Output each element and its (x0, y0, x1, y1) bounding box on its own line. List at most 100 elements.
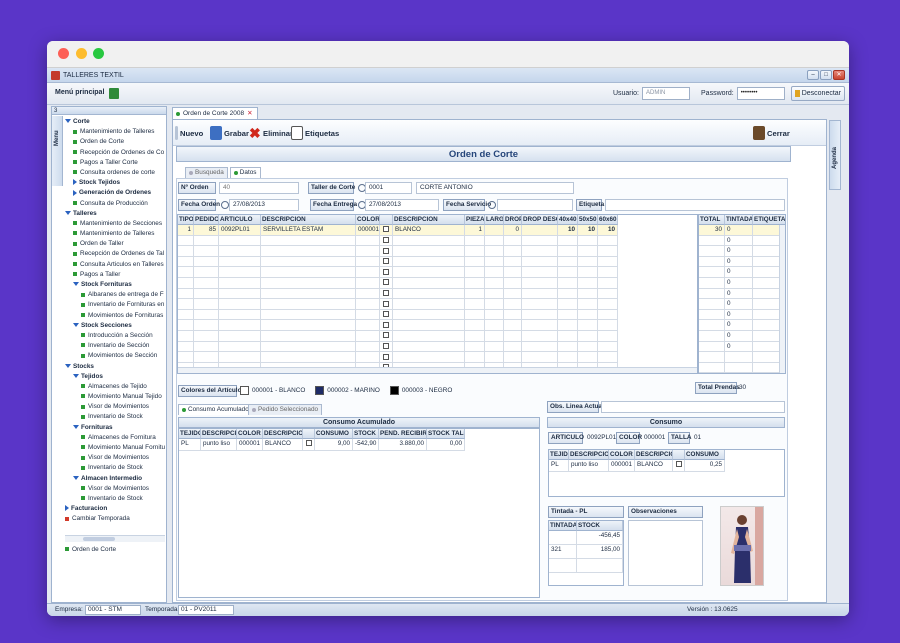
table-cell[interactable] (598, 256, 618, 268)
column-header[interactable]: 60x60 (598, 215, 618, 225)
sidebar-item[interactable]: Mantenimiento de Secciones (65, 219, 165, 229)
table-cell[interactable] (393, 246, 465, 257)
table-cell[interactable]: BLANCO (393, 225, 465, 236)
table-cell[interactable] (504, 235, 522, 247)
table-cell[interactable] (504, 288, 522, 300)
checkbox[interactable] (383, 279, 389, 286)
column-header[interactable]: 40x40 (558, 215, 578, 225)
taller-code-field[interactable]: 0001 (365, 182, 412, 194)
table-cell[interactable] (219, 267, 261, 278)
table-cell[interactable] (578, 352, 598, 363)
expand-icon[interactable] (65, 119, 71, 124)
table-cell[interactable] (219, 309, 261, 321)
table-cell[interactable]: 0 (725, 309, 753, 321)
sidebar-item[interactable]: Movimiento Manual Tejido (65, 392, 165, 402)
table-cell[interactable] (598, 246, 618, 257)
table-cell[interactable] (178, 299, 194, 310)
table-cell[interactable] (578, 331, 598, 342)
table-cell[interactable] (549, 559, 577, 573)
table-cell[interactable] (598, 299, 618, 310)
window-maximize-button[interactable]: □ (820, 70, 832, 80)
table-cell[interactable] (522, 256, 558, 268)
table-cell[interactable] (485, 320, 504, 331)
table-cell[interactable] (178, 235, 194, 247)
fecha-servicio-field[interactable] (497, 199, 573, 211)
table-cell[interactable] (522, 309, 558, 321)
checkbox[interactable] (675, 461, 682, 468)
table-cell[interactable]: PL (549, 460, 569, 472)
table-cell[interactable] (219, 235, 261, 247)
expand-icon[interactable] (73, 475, 79, 480)
checkbox[interactable] (383, 247, 389, 254)
sidebar-item[interactable]: Movimiento Manual Fornitu (65, 443, 165, 453)
menu-principal-button[interactable]: Menú principal (55, 89, 104, 96)
table-cell[interactable] (699, 299, 725, 310)
table-cell[interactable] (699, 352, 725, 363)
table-cell[interactable] (178, 309, 194, 321)
table-cell[interactable] (485, 225, 504, 236)
table-cell[interactable] (194, 331, 219, 342)
table-cell[interactable] (261, 288, 356, 300)
table-cell[interactable] (699, 320, 725, 331)
table-cell[interactable] (380, 341, 393, 353)
table-cell[interactable] (356, 288, 380, 300)
table-cell[interactable] (380, 278, 393, 289)
collapse-icon[interactable] (65, 505, 69, 512)
sidebar-item[interactable]: Stock Secciones (65, 321, 165, 331)
table-cell[interactable] (558, 309, 578, 321)
table-cell[interactable] (261, 235, 356, 247)
table-cell[interactable] (673, 460, 685, 472)
sidebar-item[interactable]: Stock Tejidos (65, 178, 165, 188)
checkbox[interactable] (383, 258, 389, 265)
tintada-grid[interactable]: TINTADA STOCK -456,45 321 185,00 (548, 520, 624, 586)
table-cell[interactable] (261, 352, 356, 363)
table-cell[interactable] (598, 331, 618, 342)
table-cell[interactable] (465, 288, 485, 300)
table-cell[interactable] (380, 331, 393, 342)
expand-icon[interactable] (73, 282, 79, 287)
table-cell[interactable]: 000001 (356, 225, 380, 236)
table-cell[interactable] (194, 341, 219, 353)
table-cell[interactable] (465, 299, 485, 310)
table-cell[interactable]: 9,00 (315, 439, 353, 451)
table-cell[interactable] (485, 341, 504, 353)
column-header[interactable]: STOCK (353, 429, 379, 439)
table-cell[interactable] (178, 341, 194, 353)
column-header[interactable]: ETIQUETA (753, 215, 785, 225)
table-cell[interactable]: 0 (725, 225, 753, 236)
table-cell[interactable] (699, 309, 725, 321)
table-cell[interactable] (194, 278, 219, 289)
table-cell[interactable]: 0 (725, 267, 753, 278)
etiqueta-field[interactable] (605, 199, 785, 211)
checkbox[interactable] (383, 311, 389, 318)
tab-busqueda[interactable]: Busqueda (185, 167, 228, 178)
table-cell[interactable] (194, 267, 219, 278)
exit-icon[interactable] (109, 88, 119, 99)
table-cell[interactable] (558, 256, 578, 268)
table-cell[interactable] (380, 299, 393, 310)
table-cell[interactable] (219, 246, 261, 257)
table-cell[interactable] (261, 320, 356, 331)
expand-icon[interactable] (65, 211, 71, 215)
order-lines-grid[interactable]: TIPO PEDIDO ARTICULO DESCRIPCION COLOR DESCRI… (177, 214, 698, 374)
table-cell[interactable] (178, 278, 194, 289)
table-cell[interactable] (465, 235, 485, 247)
sidebar-item[interactable]: Mantenimiento de Talleres (65, 229, 165, 239)
column-header[interactable]: CONSUMO (315, 429, 353, 439)
sidebar-item[interactable]: Inventario de Sección (65, 341, 165, 351)
table-cell[interactable] (578, 256, 598, 268)
table-cell[interactable] (219, 278, 261, 289)
collapse-icon[interactable] (73, 189, 77, 196)
sidebar-item[interactable]: Inventario de Stock (65, 494, 165, 504)
table-cell[interactable] (578, 309, 598, 321)
table-cell[interactable] (393, 256, 465, 268)
table-cell[interactable] (178, 288, 194, 300)
sidebar-item[interactable]: Visor de Movimientos (65, 453, 165, 463)
table-cell[interactable] (303, 439, 315, 451)
table-cell[interactable] (356, 235, 380, 247)
table-cell[interactable] (504, 352, 522, 363)
table-cell[interactable] (465, 341, 485, 353)
table-cell[interactable] (356, 278, 380, 289)
table-cell[interactable]: 0,00 (427, 439, 465, 451)
table-cell[interactable] (356, 341, 380, 353)
